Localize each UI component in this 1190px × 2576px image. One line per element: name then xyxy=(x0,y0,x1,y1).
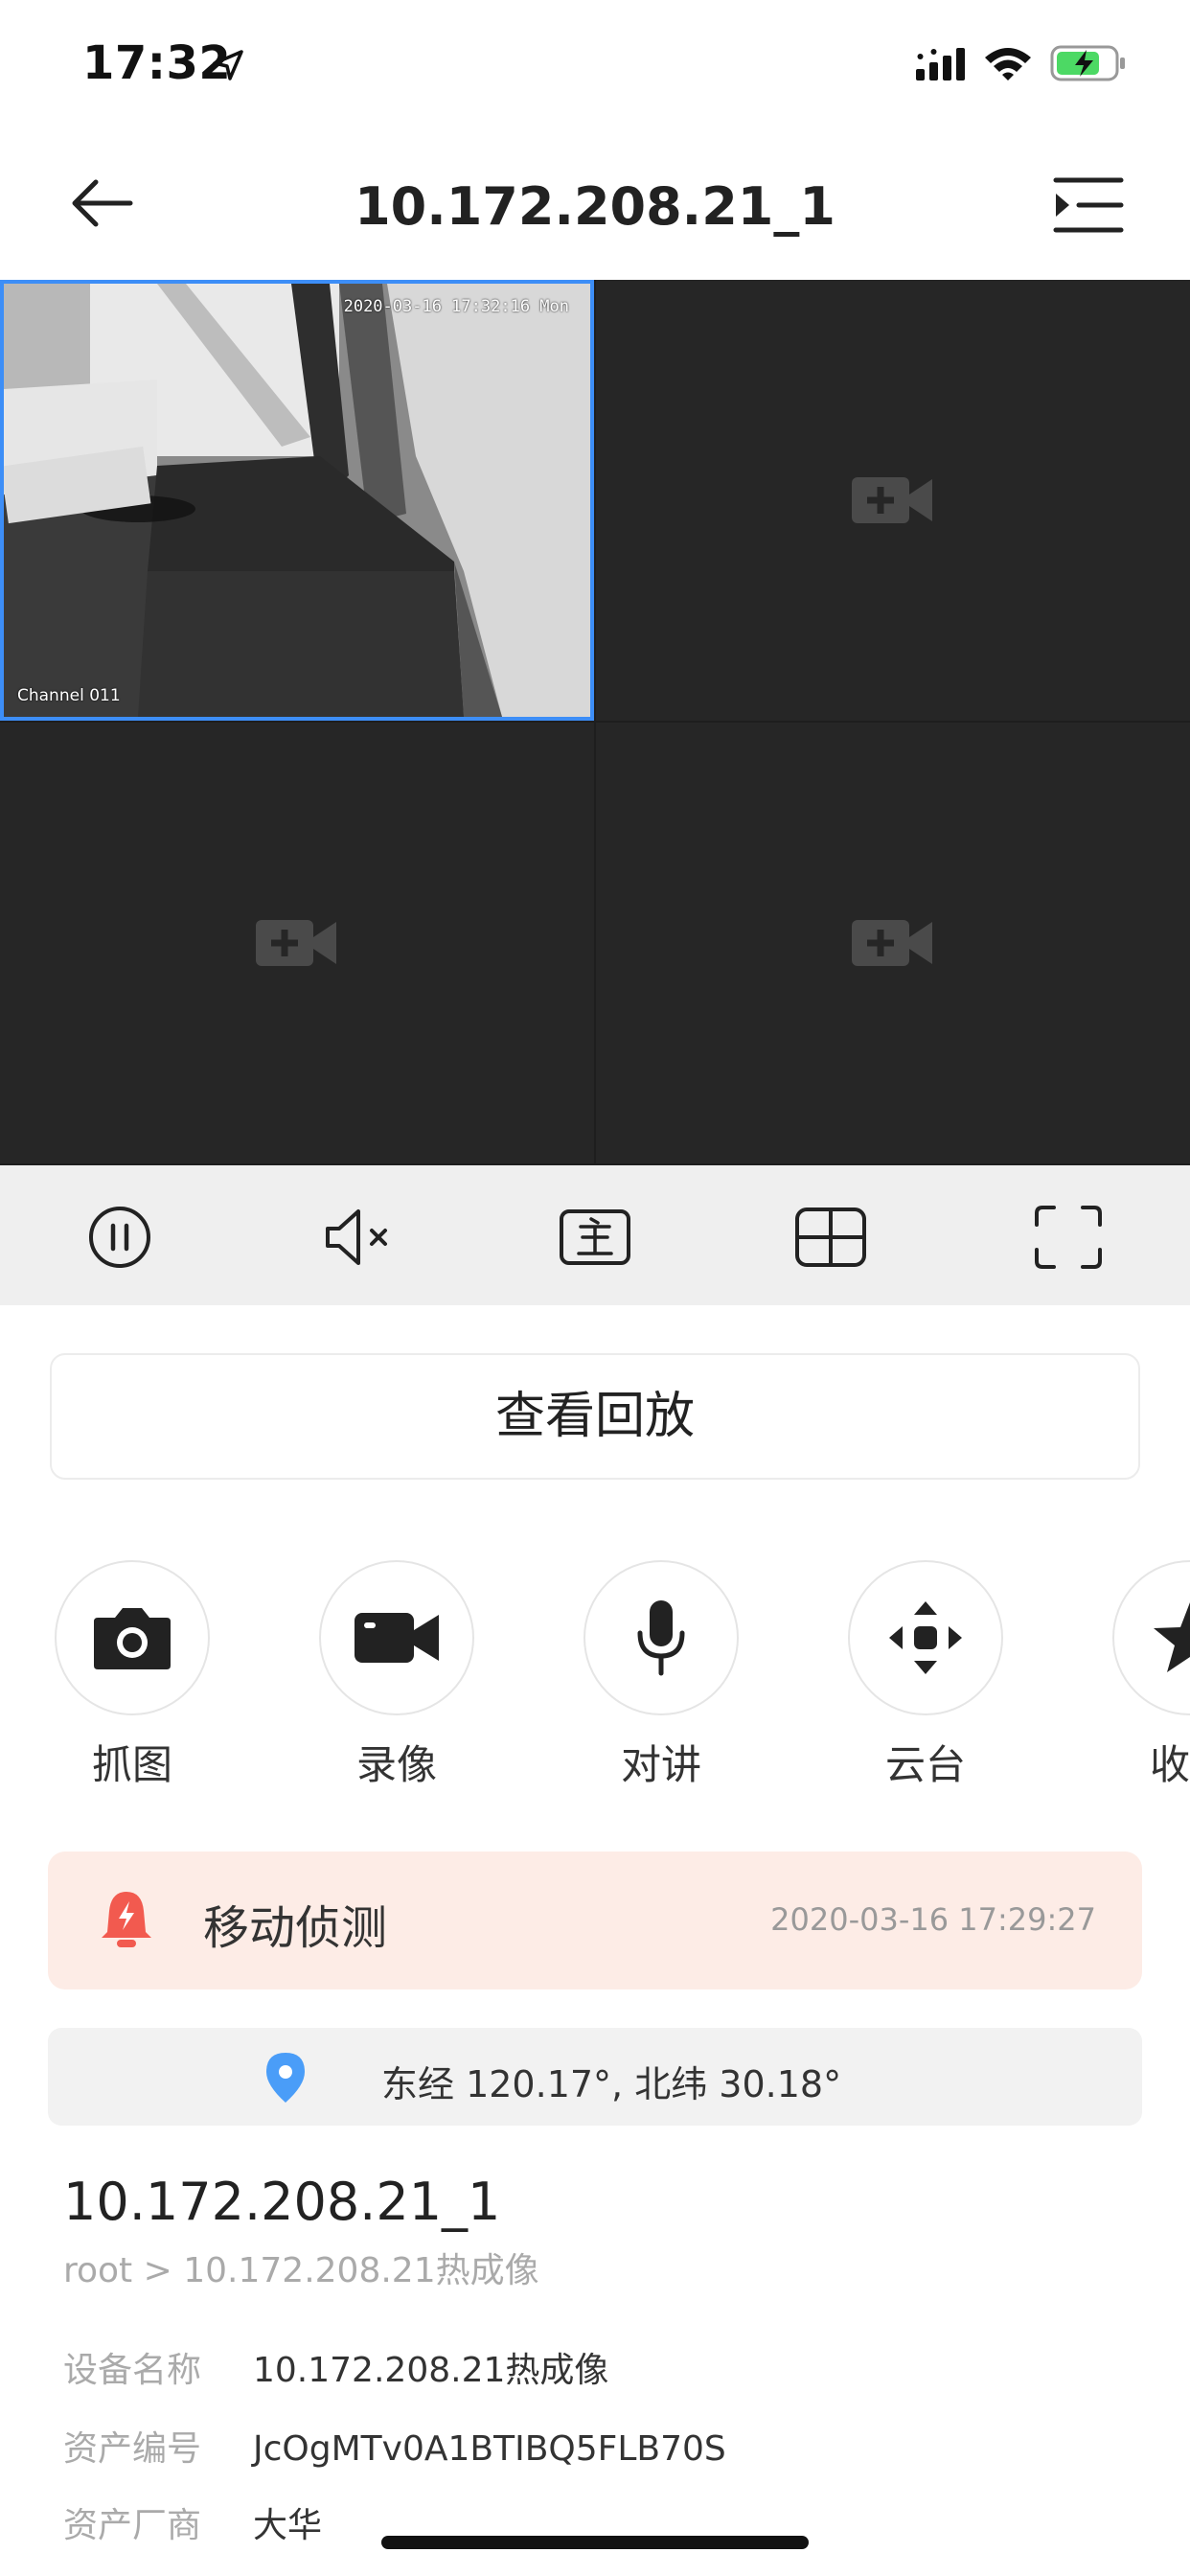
status-bar: 17:32 xyxy=(0,0,1190,126)
alarm-time: 2020-03-16 17:29:27 xyxy=(770,1901,1096,1938)
battery-charging-icon xyxy=(1050,45,1125,81)
function-button[interactable] xyxy=(584,1560,739,1715)
info-key: 设备名称 xyxy=(63,2351,202,2390)
info-key: 资产厂商 xyxy=(63,2506,202,2545)
add-camera-icon xyxy=(852,477,932,523)
info-value: 10.172.208.21热成像 xyxy=(253,2351,609,2390)
function-label: 云台 xyxy=(884,1741,966,1788)
cellular-signal-icon xyxy=(916,48,965,80)
map-pin-icon xyxy=(266,2053,305,2103)
function-label: 对讲 xyxy=(620,1741,701,1788)
page-title: 10.172.208.21_1 xyxy=(355,176,835,237)
info-row-vendor: 资产厂商 大华 xyxy=(63,2497,322,2547)
fullscreen-icon[interactable] xyxy=(1033,1204,1104,1271)
nav-bar: 10.172.208.21_1 xyxy=(0,126,1190,280)
live-video-feed xyxy=(4,284,590,717)
alarm-title: 移动侦测 xyxy=(203,1901,388,1955)
video-camera-icon xyxy=(355,1613,439,1663)
view-playback-button[interactable]: 查看回放 xyxy=(50,1353,1140,1480)
function-label: 录像 xyxy=(355,1741,437,1788)
function-button[interactable] xyxy=(848,1560,1003,1715)
function-label: 收藏 xyxy=(1149,1741,1190,1788)
motion-alarm-card[interactable]: 移动侦测 2020-03-16 17:29:27 xyxy=(48,1852,1142,1990)
video-cell-empty[interactable] xyxy=(596,280,1190,721)
device-list-menu-icon[interactable] xyxy=(1050,176,1127,234)
function-button[interactable] xyxy=(1112,1560,1190,1715)
add-camera-icon xyxy=(852,920,932,966)
device-path-breadcrumb: root > 10.172.208.21热成像 xyxy=(63,2251,539,2290)
info-value: JcOgMTv0A1BTIBQ5FLB70S xyxy=(253,2429,726,2469)
ptz-arrows-icon xyxy=(889,1601,962,1674)
video-timestamp: 2020-03-16 17:32:16 Mon xyxy=(343,297,569,316)
video-cell-empty[interactable] xyxy=(0,723,594,1163)
home-indicator[interactable] xyxy=(381,2536,809,2549)
function-label: 抓图 xyxy=(91,1741,172,1788)
device-title: 10.172.208.21_1 xyxy=(63,2172,501,2232)
video-channel-label: Channel 011 xyxy=(17,686,121,705)
add-camera-icon xyxy=(256,920,336,966)
info-row-device-name: 设备名称 10.172.208.21热成像 xyxy=(63,2342,608,2392)
info-row-asset-number: 资产编号 JcOgMTv0A1BTIBQ5FLB70S xyxy=(63,2421,726,2471)
function-row: 抓图 录像 对讲 云台 收 xyxy=(0,1560,1190,1790)
function-button[interactable] xyxy=(319,1560,474,1715)
location-card: 东经 120.17°, 北纬 30.18° xyxy=(48,2028,1142,2126)
info-value: 大华 xyxy=(253,2506,323,2545)
location-arrow-icon xyxy=(213,50,243,80)
alarm-bell-icon xyxy=(102,1892,151,1947)
video-cell-empty[interactable] xyxy=(596,723,1190,1163)
video-cell-active[interactable]: 2020-03-16 17:32:16 Mon Channel 011 xyxy=(0,280,594,721)
playback-control-bar xyxy=(0,1165,1190,1305)
wifi-icon xyxy=(985,48,1031,80)
camera-icon xyxy=(94,1608,171,1669)
main-stream-icon[interactable] xyxy=(560,1204,630,1271)
video-grid: 2020-03-16 17:32:16 Mon Channel 011 xyxy=(0,280,1190,1165)
star-icon xyxy=(1154,1602,1190,1672)
mute-icon[interactable] xyxy=(322,1204,393,1271)
function-button[interactable] xyxy=(55,1560,210,1715)
pause-icon[interactable] xyxy=(84,1204,155,1271)
microphone-icon xyxy=(637,1600,685,1676)
split-screen-icon[interactable] xyxy=(795,1204,866,1271)
location-coordinates: 东经 120.17°, 北纬 30.18° xyxy=(381,2063,842,2105)
info-key: 资产编号 xyxy=(63,2429,202,2469)
